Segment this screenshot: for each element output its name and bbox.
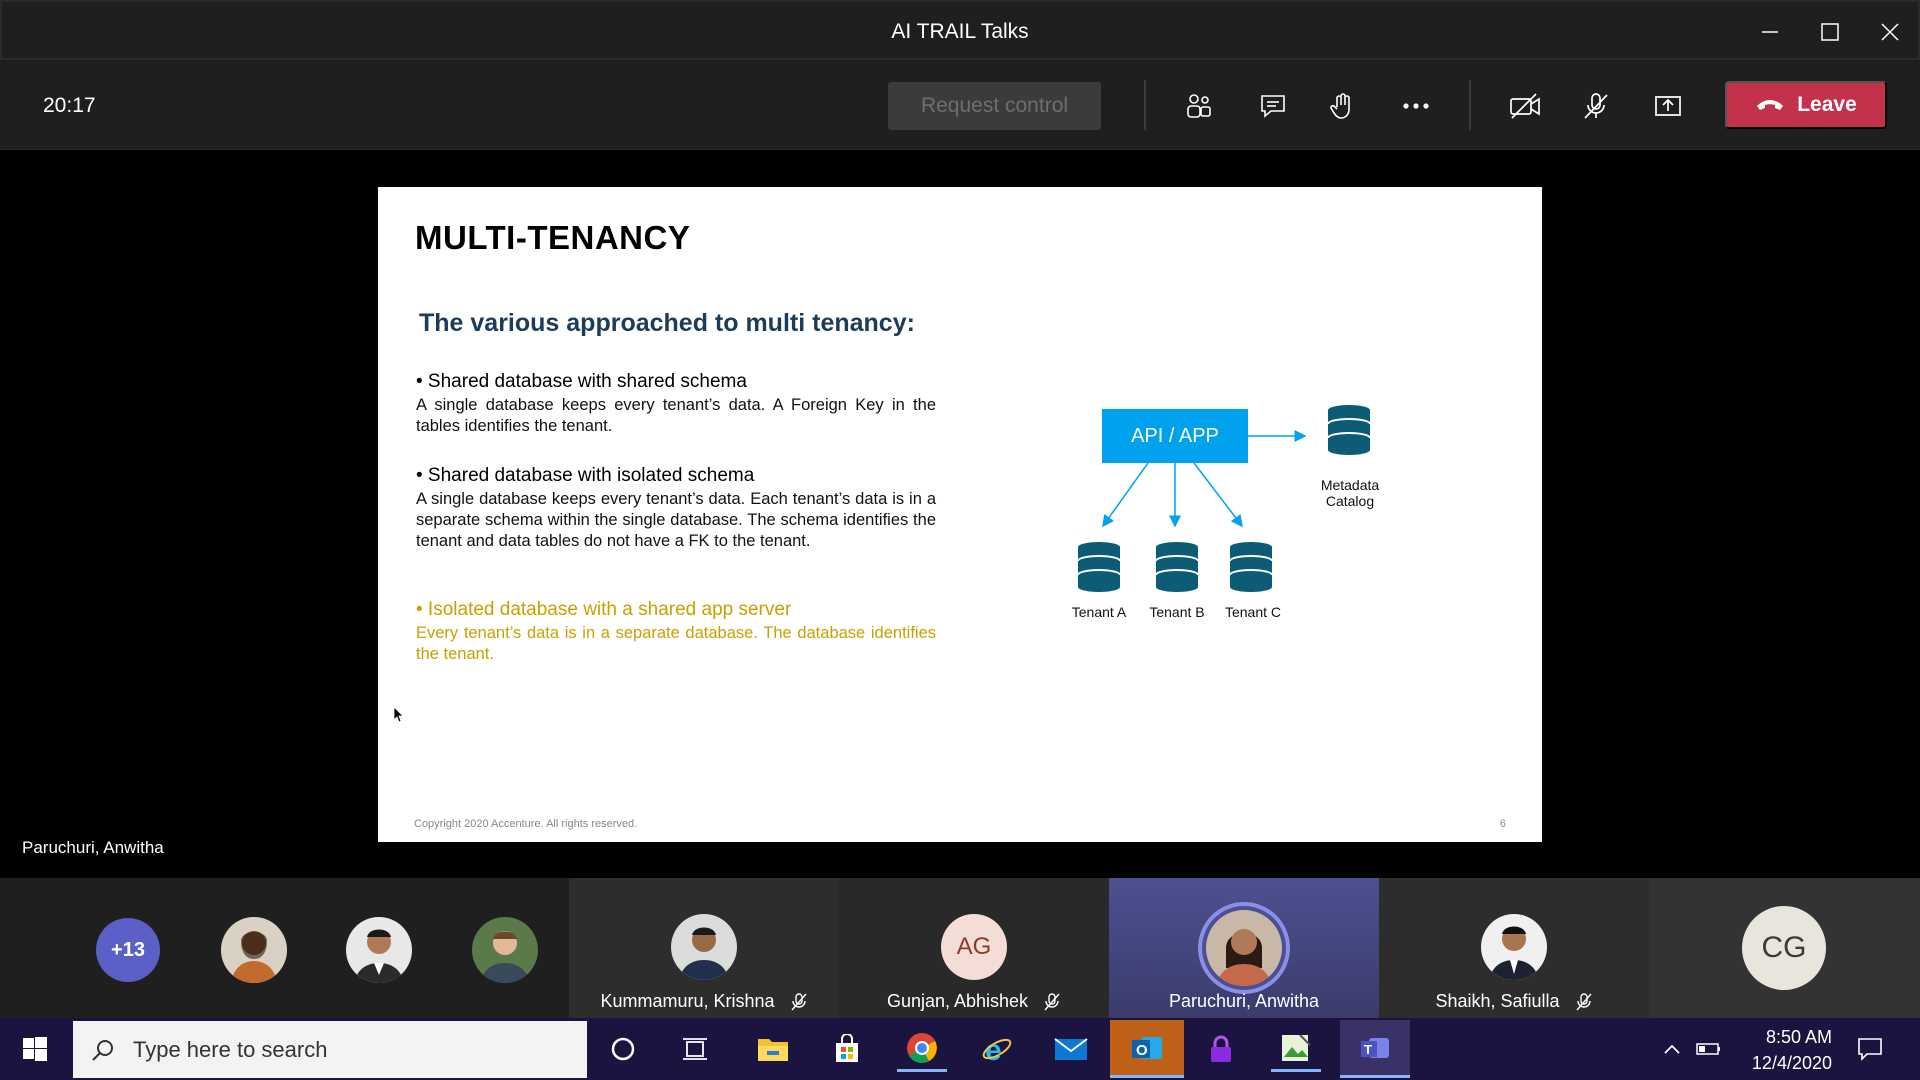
camera-off-icon[interactable]	[1507, 88, 1543, 124]
clock-time: 8:50 AM	[1765, 1027, 1832, 1047]
phone-hangup-icon	[1757, 100, 1784, 110]
microsoft-store-icon[interactable]	[822, 1026, 872, 1072]
teams-icon[interactable]: T	[1340, 1020, 1410, 1078]
internet-explorer-icon[interactable]: e	[972, 1026, 1022, 1072]
maximize-icon[interactable]	[1812, 14, 1848, 50]
participant-tile[interactable]: Kummamuru, Krishna	[569, 878, 839, 1018]
database-icon	[1229, 542, 1273, 592]
cortana-icon[interactable]	[598, 1026, 648, 1072]
participant-name: Gunjan, Abhishek	[839, 991, 1109, 1012]
outlook-icon[interactable]: O	[1110, 1020, 1184, 1078]
window-title: AI TRAIL Talks	[891, 20, 1029, 43]
metadata-catalog-label: Metadata Catalog	[1320, 477, 1380, 509]
avatar-initials: AG	[941, 914, 1007, 980]
svg-text:T: T	[1364, 1042, 1372, 1057]
chrome-icon[interactable]	[897, 1026, 947, 1072]
leave-button[interactable]: Leave	[1725, 81, 1887, 129]
participant-name: Paruchuri, Anwitha	[1168, 991, 1320, 1011]
mic-off-icon[interactable]	[1578, 88, 1614, 124]
taskbar-search[interactable]: Type here to search	[73, 1021, 587, 1078]
database-icon	[1327, 405, 1371, 455]
shared-slide: MULTI-TENANCY The various approached to …	[378, 187, 1542, 842]
raise-hand-icon[interactable]	[1325, 88, 1361, 124]
database-icon	[1077, 542, 1121, 592]
participant-name: Kummamuru, Krishna	[569, 991, 839, 1012]
mail-icon[interactable]	[1046, 1026, 1096, 1072]
toolbar-divider	[1144, 80, 1146, 130]
participant-tile[interactable]: CG	[1649, 878, 1920, 1018]
minimize-icon[interactable]	[1752, 14, 1788, 50]
svg-text:O: O	[1136, 1042, 1148, 1059]
avatar-initials: CG	[1742, 906, 1826, 990]
search-placeholder: Type here to search	[133, 1036, 328, 1062]
meeting-timer: 20:17	[43, 94, 96, 117]
show-hidden-icons-icon[interactable]	[1657, 1026, 1687, 1072]
meeting-toolbar: 20:17 Request control Leave	[0, 60, 1920, 150]
arrow-to-tenant-c	[1193, 462, 1243, 528]
slide-copyright: Copyright 2020 Accenture. All rights res…	[414, 818, 638, 830]
title-bar: AI TRAIL Talks	[0, 0, 1920, 60]
presenter-name: Paruchuri, Anwitha	[22, 838, 164, 857]
more-participants-badge[interactable]: +13	[96, 918, 160, 982]
file-explorer-icon[interactable]	[748, 1026, 798, 1072]
system-clock[interactable]: 8:50 AM 12/4/2020	[1752, 1024, 1832, 1076]
toolbar-divider	[1469, 80, 1471, 130]
participant-name: Shaikh, Safiulla	[1379, 991, 1649, 1012]
api-app-box: API / APP	[1102, 409, 1248, 463]
mic-off-icon	[1576, 993, 1592, 1011]
password-manager-icon[interactable]	[1196, 1026, 1246, 1072]
database-icon	[1155, 542, 1199, 592]
clock-date: 12/4/2020	[1751, 1053, 1832, 1073]
participant-tile[interactable]: Shaikh, Safiulla	[1379, 878, 1649, 1018]
action-center-icon[interactable]	[1845, 1026, 1895, 1072]
share-screen-icon[interactable]	[1650, 88, 1686, 124]
tenant-a-label: Tenant A	[1071, 604, 1127, 620]
windows-taskbar: Type here to search e O T 8:50 AM 12/4/2…	[0, 1018, 1920, 1080]
windows-start-icon[interactable]	[10, 1026, 60, 1072]
more-options-icon[interactable]	[1398, 88, 1434, 124]
avatar[interactable]	[221, 917, 287, 983]
leave-label: Leave	[1797, 93, 1857, 116]
close-icon[interactable]	[1872, 14, 1908, 50]
tenancy-diagram	[1077, 405, 1371, 592]
tenant-c-label: Tenant C	[1224, 604, 1282, 620]
avatar	[1206, 910, 1282, 986]
speaking-ring	[1198, 902, 1290, 994]
tenant-b-label: Tenant B	[1149, 604, 1205, 620]
participant-tile[interactable]: AG Gunjan, Abhishek	[839, 878, 1109, 1018]
avatar	[1481, 914, 1547, 980]
participant-strip: +13 Kummamuru, Krishna AG Gunjan, Abhish…	[0, 878, 1920, 1018]
avatar	[671, 914, 737, 980]
battery-icon[interactable]	[1692, 1026, 1726, 1072]
avatar[interactable]	[346, 917, 412, 983]
meeting-stage: MULTI-TENANCY The various approached to …	[0, 150, 1920, 878]
task-view-icon[interactable]	[670, 1026, 720, 1072]
mic-off-icon	[791, 993, 807, 1011]
mouse-cursor-icon	[394, 707, 404, 723]
arrow-to-tenant-a	[1102, 462, 1149, 528]
image-viewer-icon[interactable]	[1271, 1026, 1321, 1072]
avatar[interactable]	[472, 917, 538, 983]
search-icon	[92, 1039, 113, 1061]
participant-tile-speaking[interactable]: Paruchuri, Anwitha	[1109, 878, 1379, 1018]
participants-icon[interactable]	[1181, 88, 1217, 124]
chat-icon[interactable]	[1255, 88, 1291, 124]
request-control-button[interactable]: Request control	[888, 82, 1101, 130]
slide-page-number: 6	[1499, 818, 1506, 830]
mic-off-icon	[1044, 993, 1060, 1011]
